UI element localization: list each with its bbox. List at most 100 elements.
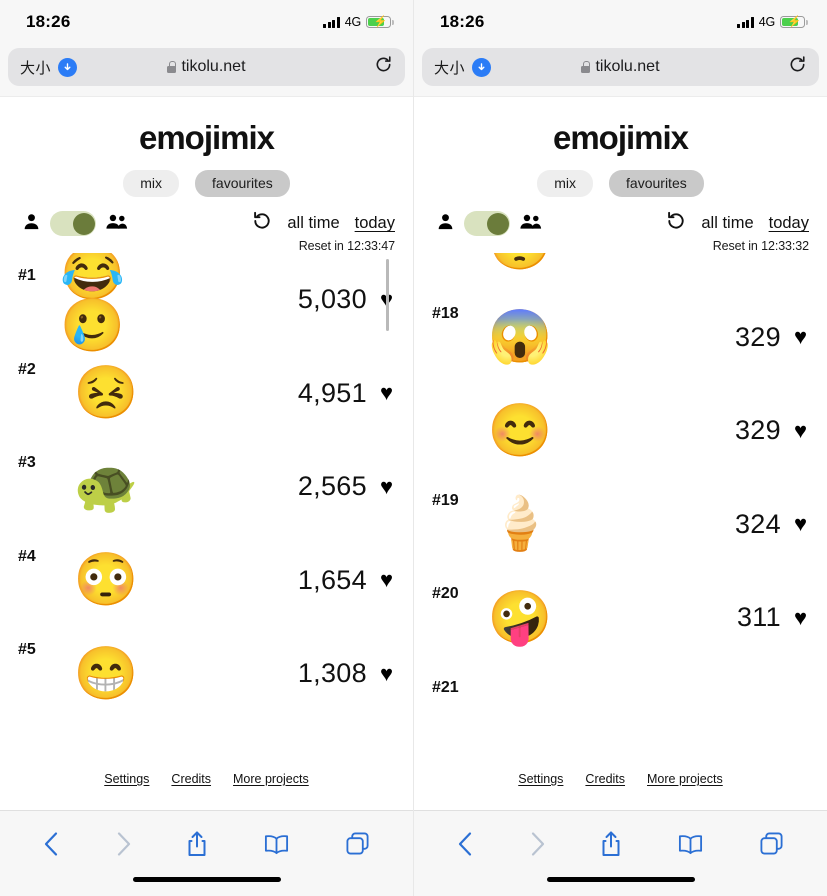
signal-bars-icon [737,16,754,28]
tab-favourites[interactable]: favourites [195,170,290,197]
bookmarks-icon[interactable] [263,833,290,855]
leaderboard-scroll-area[interactable]: #1 😂🥲 5,030 ♥ #2 😣 4,951 ♥ [0,253,413,772]
table-row[interactable]: #1 😂🥲 5,030 ♥ [0,253,413,352]
row-emoji[interactable]: 😣 [60,367,152,419]
url-bar[interactable]: 大小 tikolu.net [422,48,819,86]
table-row[interactable]: #20 🤪 311 ♥ [414,571,827,665]
table-row[interactable]: #3 🐢 2,565 ♥ [0,440,413,534]
table-row[interactable]: 😊 329 ♥ [414,384,827,478]
row-emoji[interactable]: 😊 [474,405,566,457]
row-emoji[interactable]: 🥺 [474,253,566,270]
tab-favourites[interactable]: favourites [609,170,704,197]
row-emoji[interactable]: 😱 [474,311,566,363]
tab-bar: mix favourites [414,170,827,197]
status-bar: 18:26 4G ⚡ [0,0,413,44]
reset-timer: Reset in 12:33:32 [712,239,809,253]
range-today[interactable]: today [769,214,809,233]
text-size-button[interactable]: 大小 [20,57,51,78]
row-rank: #5 [18,641,36,658]
table-row[interactable]: #19 🍦 324 ♥ [414,478,827,572]
share-icon[interactable] [600,830,622,858]
footer-link-settings[interactable]: Settings [518,772,563,786]
tab-mix[interactable]: mix [123,170,180,197]
table-row[interactable]: #5 😁 1,308 ♥ [0,627,413,721]
heart-icon[interactable]: ♥ [380,475,393,498]
reload-icon[interactable] [788,55,807,79]
table-row[interactable]: #21 [414,665,827,759]
tabs-icon[interactable] [345,831,370,856]
home-indicator-area [0,876,413,896]
footer-link-settings[interactable]: Settings [104,772,149,786]
table-row[interactable]: #18 😱 329 ♥ [414,291,827,385]
row-rank: #20 [432,585,459,602]
row-count: 311 [736,602,781,633]
downloads-icon[interactable] [472,57,492,77]
range-all-time[interactable]: all time [287,214,339,233]
row-emoji[interactable]: 😁 [60,648,152,700]
row-rank: #4 [18,547,36,565]
forward-button [115,831,132,857]
row-count-group: 329 ♥ [735,415,807,446]
heart-icon[interactable]: ♥ [380,382,393,404]
scrollbar-thumb[interactable] [386,259,389,331]
heart-icon[interactable]: ♥ [380,662,393,685]
people-icon [105,212,128,236]
reload-icon[interactable] [374,55,393,79]
footer-link-credits[interactable]: Credits [171,772,211,786]
status-indicators: 4G ⚡ [323,15,394,29]
back-button[interactable] [43,831,60,857]
refresh-icon[interactable] [252,211,272,236]
battery-icon: ⚡ [366,15,394,29]
people-icon [519,212,542,236]
heart-icon[interactable]: ♥ [380,569,393,591]
person-icon [22,212,41,236]
footer-link-more-projects[interactable]: More projects [233,772,309,786]
battery-icon: ⚡ [780,15,808,29]
footer-link-more-projects[interactable]: More projects [647,772,723,786]
reset-timer: Reset in 12:33:47 [298,239,395,253]
table-row[interactable]: #2 😣 4,951 ♥ [0,347,413,441]
tab-mix[interactable]: mix [537,170,594,197]
url-bar-container: 大小 tikolu.net [0,44,413,96]
range-today[interactable]: today [355,214,395,233]
audience-switch[interactable] [50,211,96,236]
home-indicator [132,877,281,882]
range-all-time[interactable]: all time [701,214,753,233]
heart-icon[interactable]: ♥ [794,419,807,442]
share-icon[interactable] [186,830,208,858]
footer-link-credits[interactable]: Credits [585,772,625,786]
footer-links: Settings Credits More projects [414,772,827,810]
heart-icon[interactable]: ♥ [794,326,807,348]
row-count: 329 [734,321,781,352]
row-rank: #18 [432,304,459,322]
audience-toggle-group [436,211,542,236]
downloads-icon[interactable] [58,57,78,77]
leaderboard-scroll-area[interactable]: #17 🥺 333 ♥ #18 😱 329 ♥ [414,253,827,772]
charging-bolt-icon: ⚡ [373,16,388,29]
leaderboard-list: #1 😂🥲 5,030 ♥ #2 😣 4,951 ♥ [0,253,413,721]
list-controls: all time today Reset in 12:33:32 [414,197,827,253]
text-size-button[interactable]: 大小 [434,57,465,78]
heart-icon[interactable]: ♥ [794,513,807,535]
status-clock: 18:26 [26,12,71,31]
table-row[interactable]: #4 😳 1,654 ♥ [0,534,413,628]
url-bar[interactable]: 大小 tikolu.net [8,48,405,86]
row-count-group: 324 ♥ [735,509,807,540]
row-emoji[interactable]: 🤪 [474,592,566,644]
heart-icon[interactable]: ♥ [794,606,807,629]
row-count-group: 5,030 ♥ [298,284,393,315]
refresh-icon[interactable] [666,211,686,236]
row-emoji[interactable]: 🐢 [60,461,152,513]
switch-knob [73,212,95,235]
tabs-icon[interactable] [759,831,784,856]
back-button[interactable] [457,831,474,857]
table-row[interactable]: #17 🥺 333 ♥ [414,253,827,291]
bookmarks-icon[interactable] [677,833,704,855]
network-type-label: 4G [758,15,775,29]
row-emoji[interactable]: 🍦 [474,498,566,550]
row-emoji[interactable]: 😂🥲 [60,253,152,352]
heart-icon[interactable]: ♥ [794,253,807,255]
row-emoji[interactable]: 😳 [60,554,152,606]
row-count-group: 1,654 ♥ [298,565,393,596]
audience-switch[interactable] [464,211,510,236]
